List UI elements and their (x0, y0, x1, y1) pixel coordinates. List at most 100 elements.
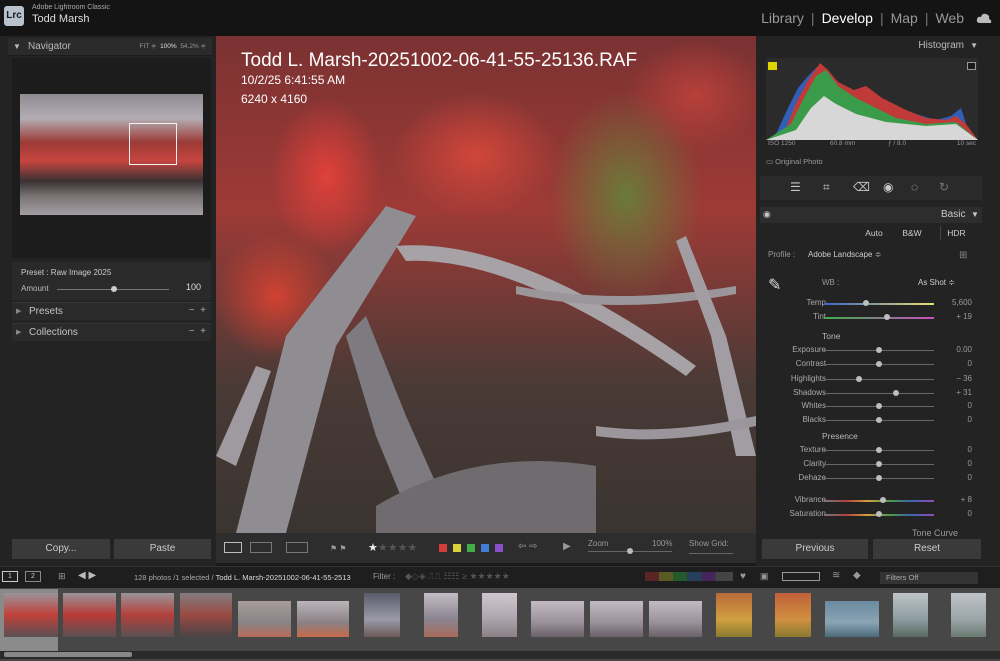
profile-browser-grid-icon[interactable]: ⊞ (959, 250, 967, 261)
slider-value[interactable]: + 8 (961, 495, 972, 504)
label-blue-swatch[interactable] (481, 544, 489, 552)
wb-eyedropper-icon[interactable]: ✎ (768, 275, 781, 295)
slider-vibrance[interactable]: Vibrance + 8 (770, 495, 974, 507)
slider-value[interactable]: 0 (968, 459, 972, 468)
visibility-eye-icon[interactable]: ◉ (763, 209, 771, 220)
filter-flag-icons[interactable]: ◆◇◈ ⎍⎍ ☷☷ ≥ ★★★★★ (405, 571, 510, 582)
expand-triangle-icon[interactable]: ▶ (16, 328, 21, 336)
histogram-graph[interactable] (766, 58, 978, 140)
navigator-zoom-options[interactable]: FIT ≑ 100% 54.2% ≑ (140, 38, 206, 56)
filters-dropdown[interactable]: Filters Off (880, 572, 978, 584)
zoom-fit[interactable]: FIT ≑ (140, 43, 157, 50)
highlight-clipping-indicator[interactable] (967, 62, 976, 70)
cloud-sync-icon[interactable] (976, 12, 992, 24)
label-yellow-swatch[interactable] (453, 544, 461, 552)
amount-value[interactable]: 100 (186, 282, 201, 292)
slider-thumb[interactable] (876, 461, 882, 467)
thumbnail[interactable] (63, 593, 116, 637)
slider-thumb[interactable] (876, 403, 882, 409)
shadow-clipping-indicator[interactable] (768, 62, 777, 70)
star-rating[interactable]: ★★★★★ (368, 541, 417, 554)
navigator-header[interactable]: ▼ Navigator FIT ≑ 100% 54.2% ≑ (8, 38, 212, 56)
slider-value[interactable]: 0 (968, 359, 972, 368)
slider-contrast[interactable]: Contrast 0 (770, 359, 974, 371)
module-library[interactable]: Library (761, 10, 804, 26)
slider-thumb[interactable] (883, 314, 890, 320)
thumbnail[interactable] (4, 593, 58, 637)
collections-add-remove[interactable]: − + (189, 326, 206, 337)
navigator-view-frame[interactable] (129, 123, 177, 165)
thumbnail[interactable] (893, 593, 928, 637)
slider-value[interactable]: 5,600 (952, 298, 972, 307)
grid-view-icon[interactable]: ⊞ (58, 571, 66, 582)
slider-thumb[interactable] (876, 361, 882, 367)
slider-track[interactable] (824, 393, 934, 394)
slider-value[interactable]: − 36 (956, 374, 972, 383)
thumbnail[interactable] (825, 601, 879, 637)
chat-icon[interactable]: ▣ (760, 571, 769, 582)
tone-curve-header[interactable]: Tone Curve (912, 528, 958, 538)
zoom-100[interactable]: 100% (160, 43, 177, 50)
copy-button[interactable]: Copy... (12, 539, 110, 559)
profile-dropdown[interactable]: Adobe Landscape ≑ (808, 250, 881, 259)
presets-add-remove[interactable]: − + (189, 305, 206, 316)
slider-value[interactable]: 0 (968, 509, 972, 518)
label-purple-swatch[interactable] (495, 544, 503, 552)
filter-color-labels[interactable] (645, 572, 733, 581)
thumbnail[interactable] (590, 601, 643, 637)
history-icon[interactable]: ↻ (939, 180, 949, 194)
slider-thumb[interactable] (876, 511, 882, 517)
thumbnail[interactable] (238, 601, 291, 637)
screen-1-button[interactable]: 1 (2, 571, 18, 582)
thumbnail[interactable] (775, 593, 811, 637)
zoom-custom[interactable]: 54.2% ≑ (180, 43, 206, 50)
screen-2-button[interactable]: 2 (25, 571, 41, 582)
filmstrip-scroll-thumb[interactable] (4, 652, 132, 657)
slider-value[interactable]: 0 (968, 401, 972, 410)
lock-icon[interactable]: ◆ (853, 570, 861, 581)
slider-track[interactable] (824, 379, 934, 380)
collections-panel-header[interactable]: ▶ Collections − + (12, 323, 211, 341)
slider-tint[interactable]: Tint + 19 (770, 312, 974, 324)
slider-clarity[interactable]: Clarity 0 (770, 459, 974, 471)
slider-thumb[interactable] (880, 497, 887, 503)
slider-value[interactable]: + 19 (956, 312, 972, 321)
slider-track[interactable] (824, 317, 934, 319)
slider-thumb[interactable] (862, 300, 869, 306)
thumbnail[interactable] (649, 601, 702, 637)
auto-button[interactable]: Auto (858, 226, 890, 240)
edit-sliders-icon[interactable]: ☰ (790, 180, 801, 194)
hdr-button[interactable]: HDR (940, 226, 972, 240)
thumbnail[interactable] (482, 593, 517, 637)
wb-dropdown[interactable]: As Shot ≑ (918, 278, 955, 287)
slider-saturation[interactable]: Saturation 0 (770, 509, 974, 521)
zoom-slider-thumb[interactable] (627, 548, 633, 554)
slider-value[interactable]: 0 (968, 473, 972, 482)
slider-shadows[interactable]: Shadows + 31 (770, 388, 974, 400)
expand-triangle-icon[interactable]: ▶ (16, 307, 21, 315)
slider-thumb[interactable] (856, 376, 863, 382)
collapse-triangle-icon[interactable]: ▼ (971, 210, 979, 219)
flag-icon[interactable]: ⚑ ⚑ (330, 544, 347, 553)
slider-thumb[interactable] (892, 390, 899, 396)
slider-value[interactable]: 0 (968, 415, 972, 424)
main-photo-view[interactable] (216, 36, 756, 533)
module-web[interactable]: Web (935, 10, 964, 26)
slider-value[interactable]: + 31 (956, 388, 972, 397)
collapse-triangle-icon[interactable]: ▼ (970, 41, 978, 50)
label-red-swatch[interactable] (439, 544, 447, 552)
crop-icon[interactable]: ⌗ (823, 180, 830, 195)
thumbnail[interactable] (716, 593, 752, 637)
slider-thumb[interactable] (876, 417, 882, 423)
slider-track[interactable] (824, 500, 934, 502)
slider-texture[interactable]: Texture 0 (770, 445, 974, 457)
slider-track[interactable] (824, 303, 934, 305)
virtual-copy-filter-icon[interactable] (782, 572, 820, 581)
collapse-triangle-icon[interactable]: ▼ (13, 38, 21, 56)
reset-button[interactable]: Reset (873, 539, 981, 559)
nav-arrows-icon[interactable]: ◀ ▶ (78, 570, 96, 581)
slider-whites[interactable]: Whites 0 (770, 401, 974, 413)
red-eye-icon[interactable]: ◉ (883, 180, 893, 194)
filmstrip-scrollbar[interactable] (0, 651, 1000, 659)
thumbnail[interactable] (121, 593, 174, 637)
